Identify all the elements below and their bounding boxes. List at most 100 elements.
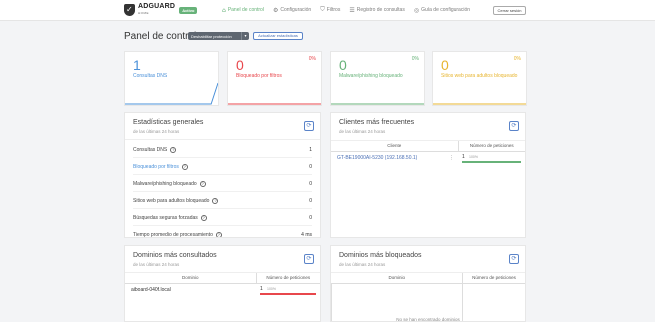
logout-button[interactable]: Cerrar sesión [493,6,526,15]
request-count: 1 [462,153,465,160]
general-stats-panel: Estadísticas generales de las últimas 24… [124,112,321,238]
client-name[interactable]: GT-BE19000AI-5230 (192.168.50.1) [337,155,417,161]
gear-icon: ⚙ [272,6,279,14]
main-nav: ⌂ Panel de control ⚙ Configuración ⛉ Fil… [222,6,479,14]
stat-card-adult-blocked: 0 Sitios web para adultos bloqueado 0% [432,51,527,106]
stat-label: Sitios web para adultos bloqueado [441,73,518,79]
queried-domains-table: Dominio Número de peticiones aiboard-040… [125,273,320,297]
app-sub: HOME [138,11,149,15]
nav-item-query-log[interactable]: ☰ Registro de consultas [349,6,404,14]
col-header-client[interactable]: Cliente [331,141,458,152]
row-label: Búsquedas seguras forzadas [133,214,198,221]
row-label[interactable]: Bloqueado por filtros [133,164,179,170]
help-icon[interactable]: ? [170,146,177,153]
domain-name[interactable]: aiboard-040f.local [131,287,171,293]
nav-item-dashboard[interactable]: ⌂ Panel de control [222,6,264,14]
page-title: Panel de control [124,31,197,42]
panel-subtitle: de las últimas 24 horas [133,262,180,267]
top-queried-domains-panel: Dominios más consultados de las últimas … [124,245,321,322]
panel-subtitle: de las últimas 24 horas [339,129,386,134]
home-icon: ⌂ [222,6,226,14]
clients-table: Cliente Número de peticiones GT-BE19000A… [331,141,525,165]
help-icon[interactable]: ? [215,232,222,237]
refresh-icon[interactable]: ⟳ [304,121,314,131]
nav-item-setup-guide[interactable]: ◎ Guía de configuración [414,6,470,14]
refresh-stats-button[interactable]: Actualizar estadísticas [253,32,303,40]
panel-title: Dominios más bloqueados [339,252,422,259]
logo[interactable]: ADGUARD HOME Activo [124,3,198,16]
col-header-requests[interactable]: Número de peticiones [457,141,525,152]
stat-value: 0 [236,57,244,73]
stat-value: 0 [339,57,347,73]
client-cell[interactable]: GT-BE19000AI-5230 (192.168.50.1) ⋮ [331,151,458,165]
help-icon[interactable]: ? [200,214,207,221]
row-label: Malware/phishing bloqueado [133,180,197,187]
table-row: GT-BE19000AI-5230 (192.168.50.1) ⋮ 1 100… [331,151,525,165]
stat-value: 1 [133,57,141,73]
col-header-domain[interactable]: Dominio [125,273,256,284]
general-row-dns: Consultas DNS? 1 [133,142,312,158]
request-count: 1 [260,285,263,292]
stat-label: Malware/phishing bloqueado [339,73,403,79]
row-label: Consultas DNS [133,146,168,153]
stat-sparkline [433,103,526,105]
stat-value: 0 [441,57,449,73]
disable-protection-button[interactable]: Deshabilitar protección ▾ [188,32,249,40]
row-label: Sitios web para adultos bloqueado [133,197,210,204]
request-percent: 100% [267,286,276,291]
stat-sparkline [125,82,218,105]
stat-card-blocked-filters: 0 Bloqueado por filtros 0% [227,51,322,106]
row-value: 1 [309,146,312,153]
filter-icon: ⛉ [320,6,325,13]
col-header-domain[interactable]: Dominio [331,273,463,284]
help-icon[interactable]: ? [181,163,188,170]
sparkline-line [125,82,218,105]
col-header-requests[interactable]: Número de peticiones [255,273,320,284]
refresh-icon[interactable]: ⟳ [304,254,314,264]
col-header-requests[interactable]: Número de peticiones [462,273,525,284]
guide-icon: ◎ [413,6,420,14]
nav-label: Filtros [326,7,341,13]
chevron-down-icon[interactable]: ▾ [241,32,249,40]
nav-label: Registro de consultas [356,7,405,13]
row-label: Tiempo promedio de procesamiento [133,232,213,238]
blocked-domains-table: Dominio Número de peticiones [331,273,525,321]
requests-cell: 1 100% [458,151,525,165]
status-badge: Activo [179,6,198,14]
refresh-icon[interactable]: ⟳ [509,254,519,264]
log-icon: ☰ [349,6,355,14]
nav-item-settings[interactable]: ⚙ Configuración [273,6,311,14]
help-icon[interactable]: ? [199,180,206,187]
panel-title: Estadísticas generales [133,119,204,126]
shield-icon [124,4,135,16]
stat-percent: 0% [513,56,521,62]
refresh-icon[interactable]: ⟳ [509,121,519,131]
empty-message: No se han encontrado dominios [396,317,460,322]
panel-subtitle: de las últimas 24 horas [133,129,180,134]
nav-item-filters[interactable]: ⛉ Filtros [320,6,340,14]
stat-card-dns-queries: 1 Consultas DNS [124,51,219,106]
disable-protection-label: Deshabilitar protección [191,33,232,39]
top-blocked-domains-panel: Dominios más bloqueados de las últimas 2… [330,245,526,322]
nav-label: Panel de control [227,7,264,13]
general-row-avg-time: Tiempo promedio de procesamiento? 4 ms [133,227,312,238]
panel-title: Dominios más consultados [133,252,217,259]
stat-sparkline [331,103,424,105]
help-icon[interactable]: ? [212,197,219,204]
general-row-blocked-filters[interactable]: Bloqueado por filtros? 0 [133,159,312,175]
table-row: aiboard-040f.local 1 100% [125,283,320,297]
request-bar [260,293,316,295]
top-bar: ADGUARD HOME Activo ⌂ Panel de control ⚙… [0,0,655,21]
requests-cell: 1 100% [256,283,320,297]
panel-subtitle: de las últimas 24 horas [339,262,386,267]
request-percent: 100% [469,154,478,159]
nav-label: Configuración [280,7,312,13]
stat-card-malware-blocked: 0 Malware/phishing bloqueado 0% [330,51,425,106]
row-value: 0 [309,163,312,170]
row-value: 0 [309,197,312,204]
general-row-safesearch: Búsquedas seguras forzadas? 0 [133,210,312,226]
domain-cell: aiboard-040f.local [125,283,256,297]
row-value: 0 [309,180,312,187]
nav-label: Guía de configuración [421,7,470,13]
more-options-icon[interactable]: ⋮ [449,155,454,161]
